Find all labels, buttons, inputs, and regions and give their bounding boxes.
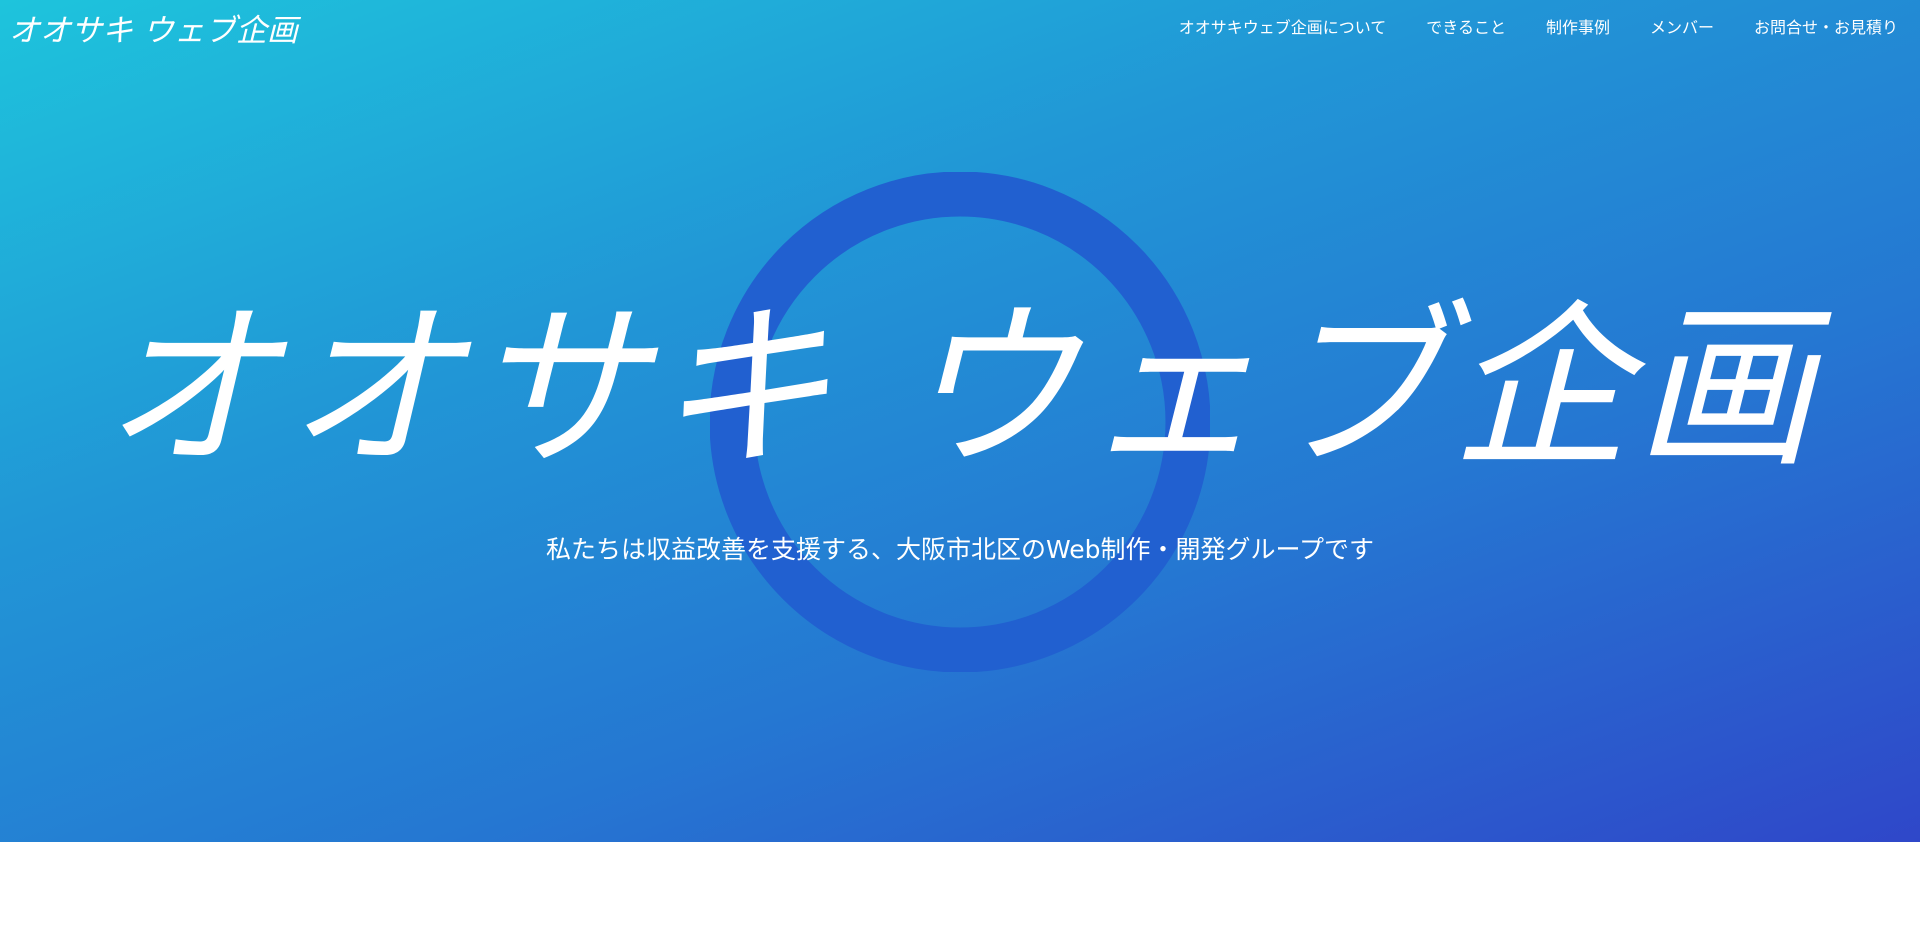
site-header: オオサキ ウェブ企画 オオサキウェブ企画について できること 制作事例 メンバー… (0, 0, 1920, 50)
nav-item-contact[interactable]: お問合せ・お見積り (1754, 14, 1898, 38)
nav-item-services[interactable]: できること (1426, 14, 1506, 38)
hero-title: オオサキ ウェブ企画 (100, 285, 1820, 492)
main-nav: オオサキウェブ企画について できること 制作事例 メンバー お問合せ・お見積り (1139, 14, 1898, 38)
nav-item-members[interactable]: メンバー (1650, 14, 1714, 38)
site-logo[interactable]: オオサキ ウェブ企画 (9, 5, 298, 50)
nav-item-about[interactable]: オオサキウェブ企画について (1179, 14, 1387, 38)
hero-section: オオサキ ウェブ企画 オオサキウェブ企画について できること 制作事例 メンバー… (0, 0, 1920, 842)
content-area (0, 842, 1920, 937)
nav-item-works[interactable]: 制作事例 (1546, 14, 1610, 38)
hero-subtitle: 私たちは収益改善を支援する、大阪市北区のWeb制作・開発グループです (545, 535, 1374, 564)
